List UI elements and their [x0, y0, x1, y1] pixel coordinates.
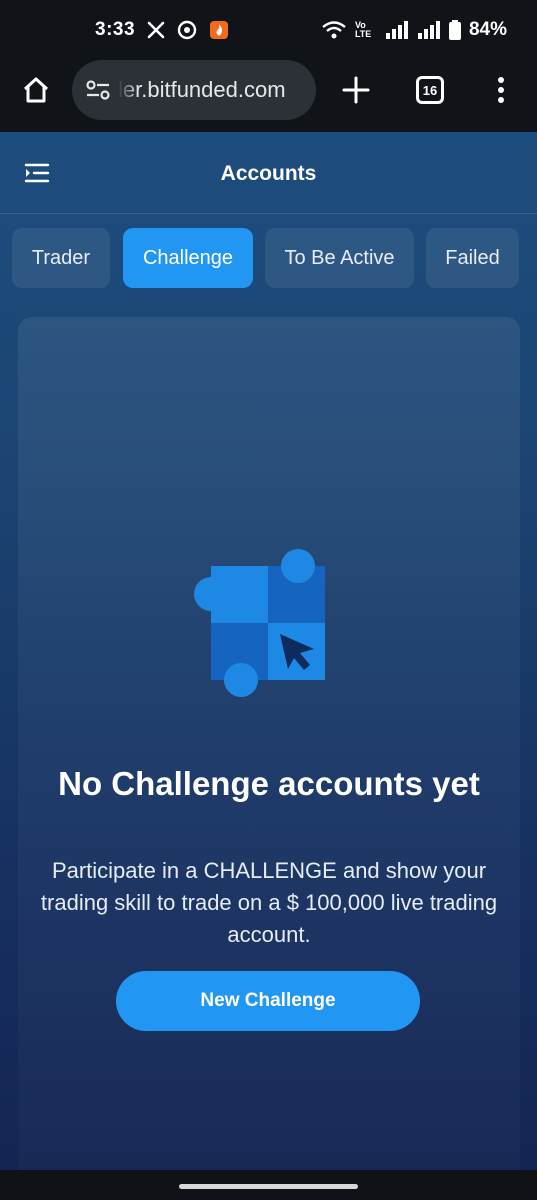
new-challenge-button[interactable]: New Challenge — [116, 971, 420, 1031]
empty-state-title: No Challenge accounts yet — [58, 765, 480, 802]
app-content: Accounts Trader Challenge To Be Active F… — [0, 132, 537, 1200]
more-vertical-icon — [498, 77, 504, 103]
plus-icon — [342, 76, 370, 104]
tab-switcher-button[interactable]: 16 — [416, 76, 444, 104]
tab-failed[interactable]: Failed — [426, 228, 519, 288]
url-text[interactable]: ler.bitfunded.com — [118, 77, 286, 103]
tab-challenge[interactable]: Challenge — [123, 228, 253, 288]
volte-icon: Vo LTE — [355, 21, 377, 39]
volte-label: Vo LTE — [354, 20, 372, 39]
battery-percent: 84% — [468, 19, 507, 40]
home-button[interactable] — [18, 72, 54, 108]
signal-icon-sim2 — [417, 21, 441, 39]
gesture-handle[interactable] — [179, 1184, 358, 1189]
status-right: Vo LTE 84% — [321, 19, 507, 41]
page-title: Accounts — [220, 162, 317, 185]
flame-app-icon — [209, 20, 229, 40]
app-header: Accounts — [0, 132, 537, 214]
status-bar: 3:33 Vo LTE 84% — [0, 0, 537, 60]
empty-state-description: Participate in a CHALLENGE and show your… — [40, 858, 498, 947]
browser-toolbar: ler.bitfunded.com 16 — [0, 60, 537, 132]
empty-accounts-illustration — [192, 549, 332, 701]
site-settings-icon[interactable] — [84, 76, 112, 104]
x-app-icon — [147, 21, 165, 39]
home-icon — [23, 77, 49, 103]
browser-menu-button[interactable] — [486, 72, 516, 108]
tab-to-be-active[interactable]: To Be Active — [265, 228, 414, 288]
account-tabs: Trader Challenge To Be Active Failed — [0, 228, 537, 288]
system-nav-bar — [0, 1170, 537, 1200]
status-time: 3:33 — [95, 19, 136, 40]
notification-app-icon — [177, 20, 197, 40]
new-tab-button[interactable] — [338, 72, 374, 108]
status-left: 3:33 — [95, 19, 229, 41]
battery-icon — [448, 20, 461, 40]
empty-state-card: No Challenge accounts yet Participate in… — [18, 317, 520, 1200]
address-bar[interactable]: ler.bitfunded.com — [72, 60, 316, 120]
wifi-icon — [321, 20, 347, 40]
phone-screen: 3:33 Vo LTE 84% ler.bitfunded.com 16 Acc… — [0, 0, 537, 1200]
tab-trader[interactable]: Trader — [12, 228, 110, 288]
signal-icon-sim1 — [385, 21, 409, 39]
